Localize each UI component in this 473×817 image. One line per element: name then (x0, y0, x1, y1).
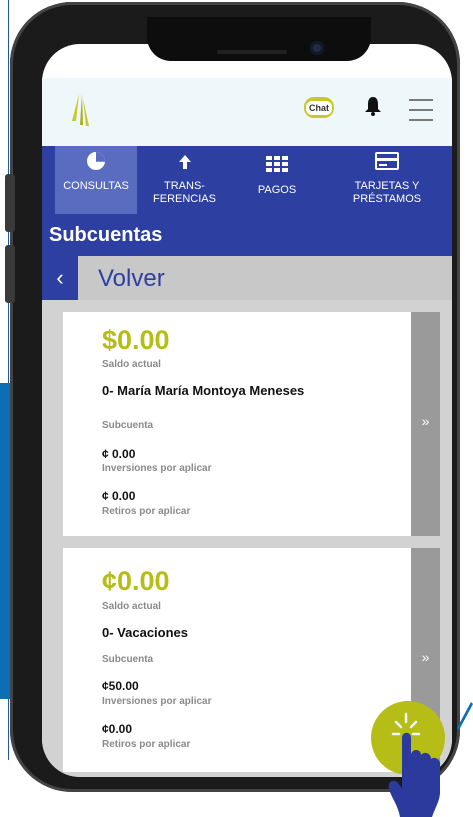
chat-button[interactable]: Chat (304, 97, 334, 118)
double-chevron-right-icon: » (421, 649, 430, 665)
investments-label: Inversiones por aplicar (102, 696, 212, 707)
balance-label: Saldo actual (102, 359, 161, 370)
balance-amount: $0.00 (102, 325, 170, 355)
nav-label: PAGOS (257, 184, 297, 196)
arrow-up-icon (178, 155, 191, 169)
subaccount-name: 0- María María Montoya Meneses (102, 383, 305, 398)
investments-amount: ¢50.00 (102, 679, 139, 693)
page-title: Subcuentas (42, 214, 452, 256)
nav-label: TARJETAS Y (354, 180, 420, 192)
back-bar[interactable]: ‹ Volver (42, 256, 452, 300)
subaccount-type: Subcuenta (102, 420, 154, 431)
stylus-icon (457, 702, 473, 730)
phone-side-button (5, 245, 15, 303)
nav-item-consultas[interactable]: CONSULTAS (55, 146, 137, 214)
nav-label: TRANS- (164, 180, 205, 192)
double-chevron-right-icon: » (421, 413, 430, 429)
balance-amount: ¢0.00 (102, 566, 170, 596)
bell-icon[interactable] (364, 95, 382, 117)
speaker-grille (217, 50, 287, 54)
pie-chart-icon (87, 152, 105, 170)
tap-hand-icon (388, 712, 441, 817)
back-label[interactable]: Volver (98, 256, 165, 302)
phone-notch (147, 17, 371, 61)
main-nav: CONSULTAS TRANS- FERENCIAS PAGOS TARJETA… (42, 146, 452, 214)
subaccount-card[interactable]: $0.00 Saldo actual 0- María María Montoy… (63, 312, 440, 536)
nav-label: FERENCIAS (153, 193, 216, 205)
nav-label: CONSULTAS (63, 180, 129, 192)
nav-item-pagos[interactable]: PAGOS (232, 146, 322, 214)
logo-icon[interactable] (70, 93, 92, 127)
menu-icon[interactable] (409, 99, 433, 129)
camera-icon (310, 41, 324, 55)
investments-label: Inversiones por aplicar (102, 463, 212, 474)
withdrawals-amount: ¢0.00 (102, 722, 133, 736)
balance-label: Saldo actual (102, 601, 161, 612)
chevron-left-icon[interactable]: ‹ (42, 256, 78, 300)
nav-item-tarjetas[interactable]: TARJETAS Y PRÉSTAMOS (322, 146, 452, 214)
withdrawals-amount: ¢ 0.00 (102, 489, 136, 503)
subaccount-type: Subcuenta (102, 654, 154, 665)
nav-item-transferencias[interactable]: TRANS- FERENCIAS (137, 146, 232, 214)
phone-screen: Chat CONSULTAS TRANS- FERENCIAS PAGOS TA… (42, 44, 452, 777)
subaccount-name: 0- Vacaciones (102, 625, 188, 640)
app-header: Chat (42, 78, 452, 146)
nav-label: PRÉSTAMOS (352, 193, 422, 205)
phone-frame: Chat CONSULTAS TRANS- FERENCIAS PAGOS TA… (5, 2, 460, 792)
phone-side-button (5, 174, 15, 232)
withdrawals-label: Retiros por aplicar (102, 739, 191, 750)
grid-icon (266, 156, 288, 172)
card-icon (375, 152, 399, 170)
investments-amount: ¢ 0.00 (102, 447, 136, 461)
chat-label: Chat (306, 100, 332, 115)
withdrawals-label: Retiros por aplicar (102, 506, 191, 517)
card-open-button[interactable]: » (411, 312, 440, 536)
